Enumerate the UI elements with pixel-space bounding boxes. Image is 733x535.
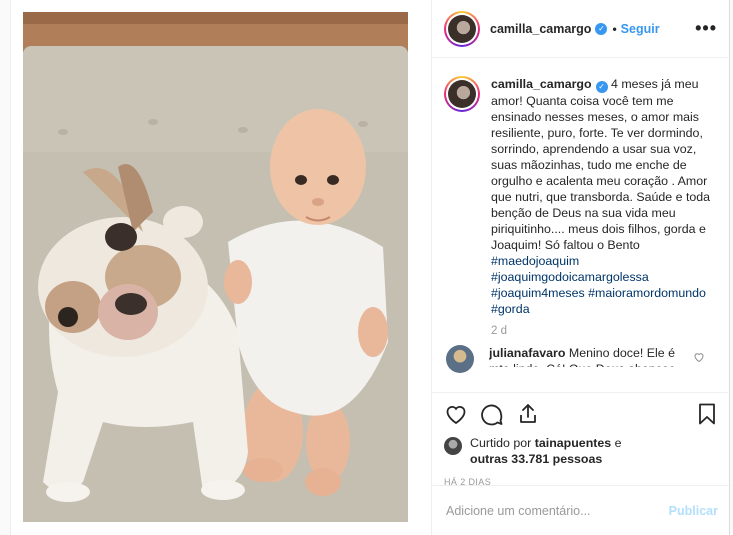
liker-username[interactable]: tainapuentes xyxy=(535,436,611,450)
verified-badge-icon: ✓ xyxy=(595,81,608,93)
author-avatar[interactable] xyxy=(444,10,480,47)
caption-time-ago[interactable]: 2 d xyxy=(491,325,719,337)
page-background: camilla_camargo ✓ • Seguir ••• camilla_c… xyxy=(0,0,733,535)
header-separator: • xyxy=(612,21,617,36)
comment-text: julianafavaro Menino doce! Ele é mto lin… xyxy=(489,345,694,367)
hashtag-link[interactable]: #maedojoaquim xyxy=(491,254,579,268)
publish-button[interactable]: Publicar xyxy=(669,504,718,518)
post-modal: camilla_camargo ✓ • Seguir ••• camilla_c… xyxy=(10,0,732,535)
caption-text: camilla_camargo ✓ 4 meses já meu amor! Qu… xyxy=(491,76,716,317)
post-header: camilla_camargo ✓ • Seguir ••• xyxy=(432,0,731,58)
likes-middle: e xyxy=(611,436,622,450)
likes-summary: Curtido por tainapuentes e outras 33.781… xyxy=(432,435,731,473)
likes-text: Curtido por tainapuentes e outras 33.781… xyxy=(470,435,670,467)
avatar-image xyxy=(448,14,476,43)
caption-author-avatar[interactable] xyxy=(444,76,480,112)
likes-count[interactable]: outras 33.781 pessoas xyxy=(470,452,602,466)
photo-illustration xyxy=(23,12,408,522)
caption-username[interactable]: camilla_camargo xyxy=(491,77,592,91)
verified-badge-icon: ✓ xyxy=(595,22,608,35)
comment-icon[interactable] xyxy=(480,402,504,426)
hashtag-link[interactable]: #joaquim4meses xyxy=(491,286,585,300)
caption: camilla_camargo ✓ 4 meses já meu amor! Qu… xyxy=(444,76,719,317)
post-photo[interactable] xyxy=(23,12,408,522)
more-options-icon[interactable]: ••• xyxy=(695,18,717,39)
bookmark-icon[interactable] xyxy=(695,402,719,426)
commenter-username[interactable]: julianafavaro xyxy=(489,346,565,360)
commenter-avatar[interactable] xyxy=(446,345,474,373)
avatar-ring xyxy=(446,12,478,45)
author-username[interactable]: camilla_camargo xyxy=(490,22,591,36)
comment-input[interactable]: Adicione um comentário... xyxy=(446,504,591,518)
hashtag-link[interactable]: #gorda xyxy=(491,302,530,316)
avatar-ring xyxy=(446,78,478,110)
hashtag-link[interactable]: #joaquimgodoicamargolessa xyxy=(491,270,649,284)
follow-button[interactable]: Seguir xyxy=(621,22,660,36)
comments-section: camilla_camargo ✓ 4 meses já meu amor! Qu… xyxy=(432,58,731,393)
add-comment-bar: Adicione um comentário... Publicar xyxy=(432,485,732,535)
post-side-panel: camilla_camargo ✓ • Seguir ••• camilla_c… xyxy=(431,0,732,535)
share-icon[interactable] xyxy=(516,402,540,426)
comment-like-heart-icon[interactable] xyxy=(693,351,705,363)
post-actions xyxy=(432,393,731,435)
caption-body: 4 meses já meu amor! Quanta coisa você t… xyxy=(491,77,711,252)
hashtag-link[interactable]: #maioramordomundo xyxy=(588,286,706,300)
heart-icon[interactable] xyxy=(444,402,468,426)
likes-prefix: Curtido por xyxy=(470,436,535,450)
liker-avatar[interactable] xyxy=(444,437,462,455)
comment-item: julianafavaro Menino doce! Ele é mto lin… xyxy=(444,345,719,373)
avatar-image xyxy=(448,80,476,108)
